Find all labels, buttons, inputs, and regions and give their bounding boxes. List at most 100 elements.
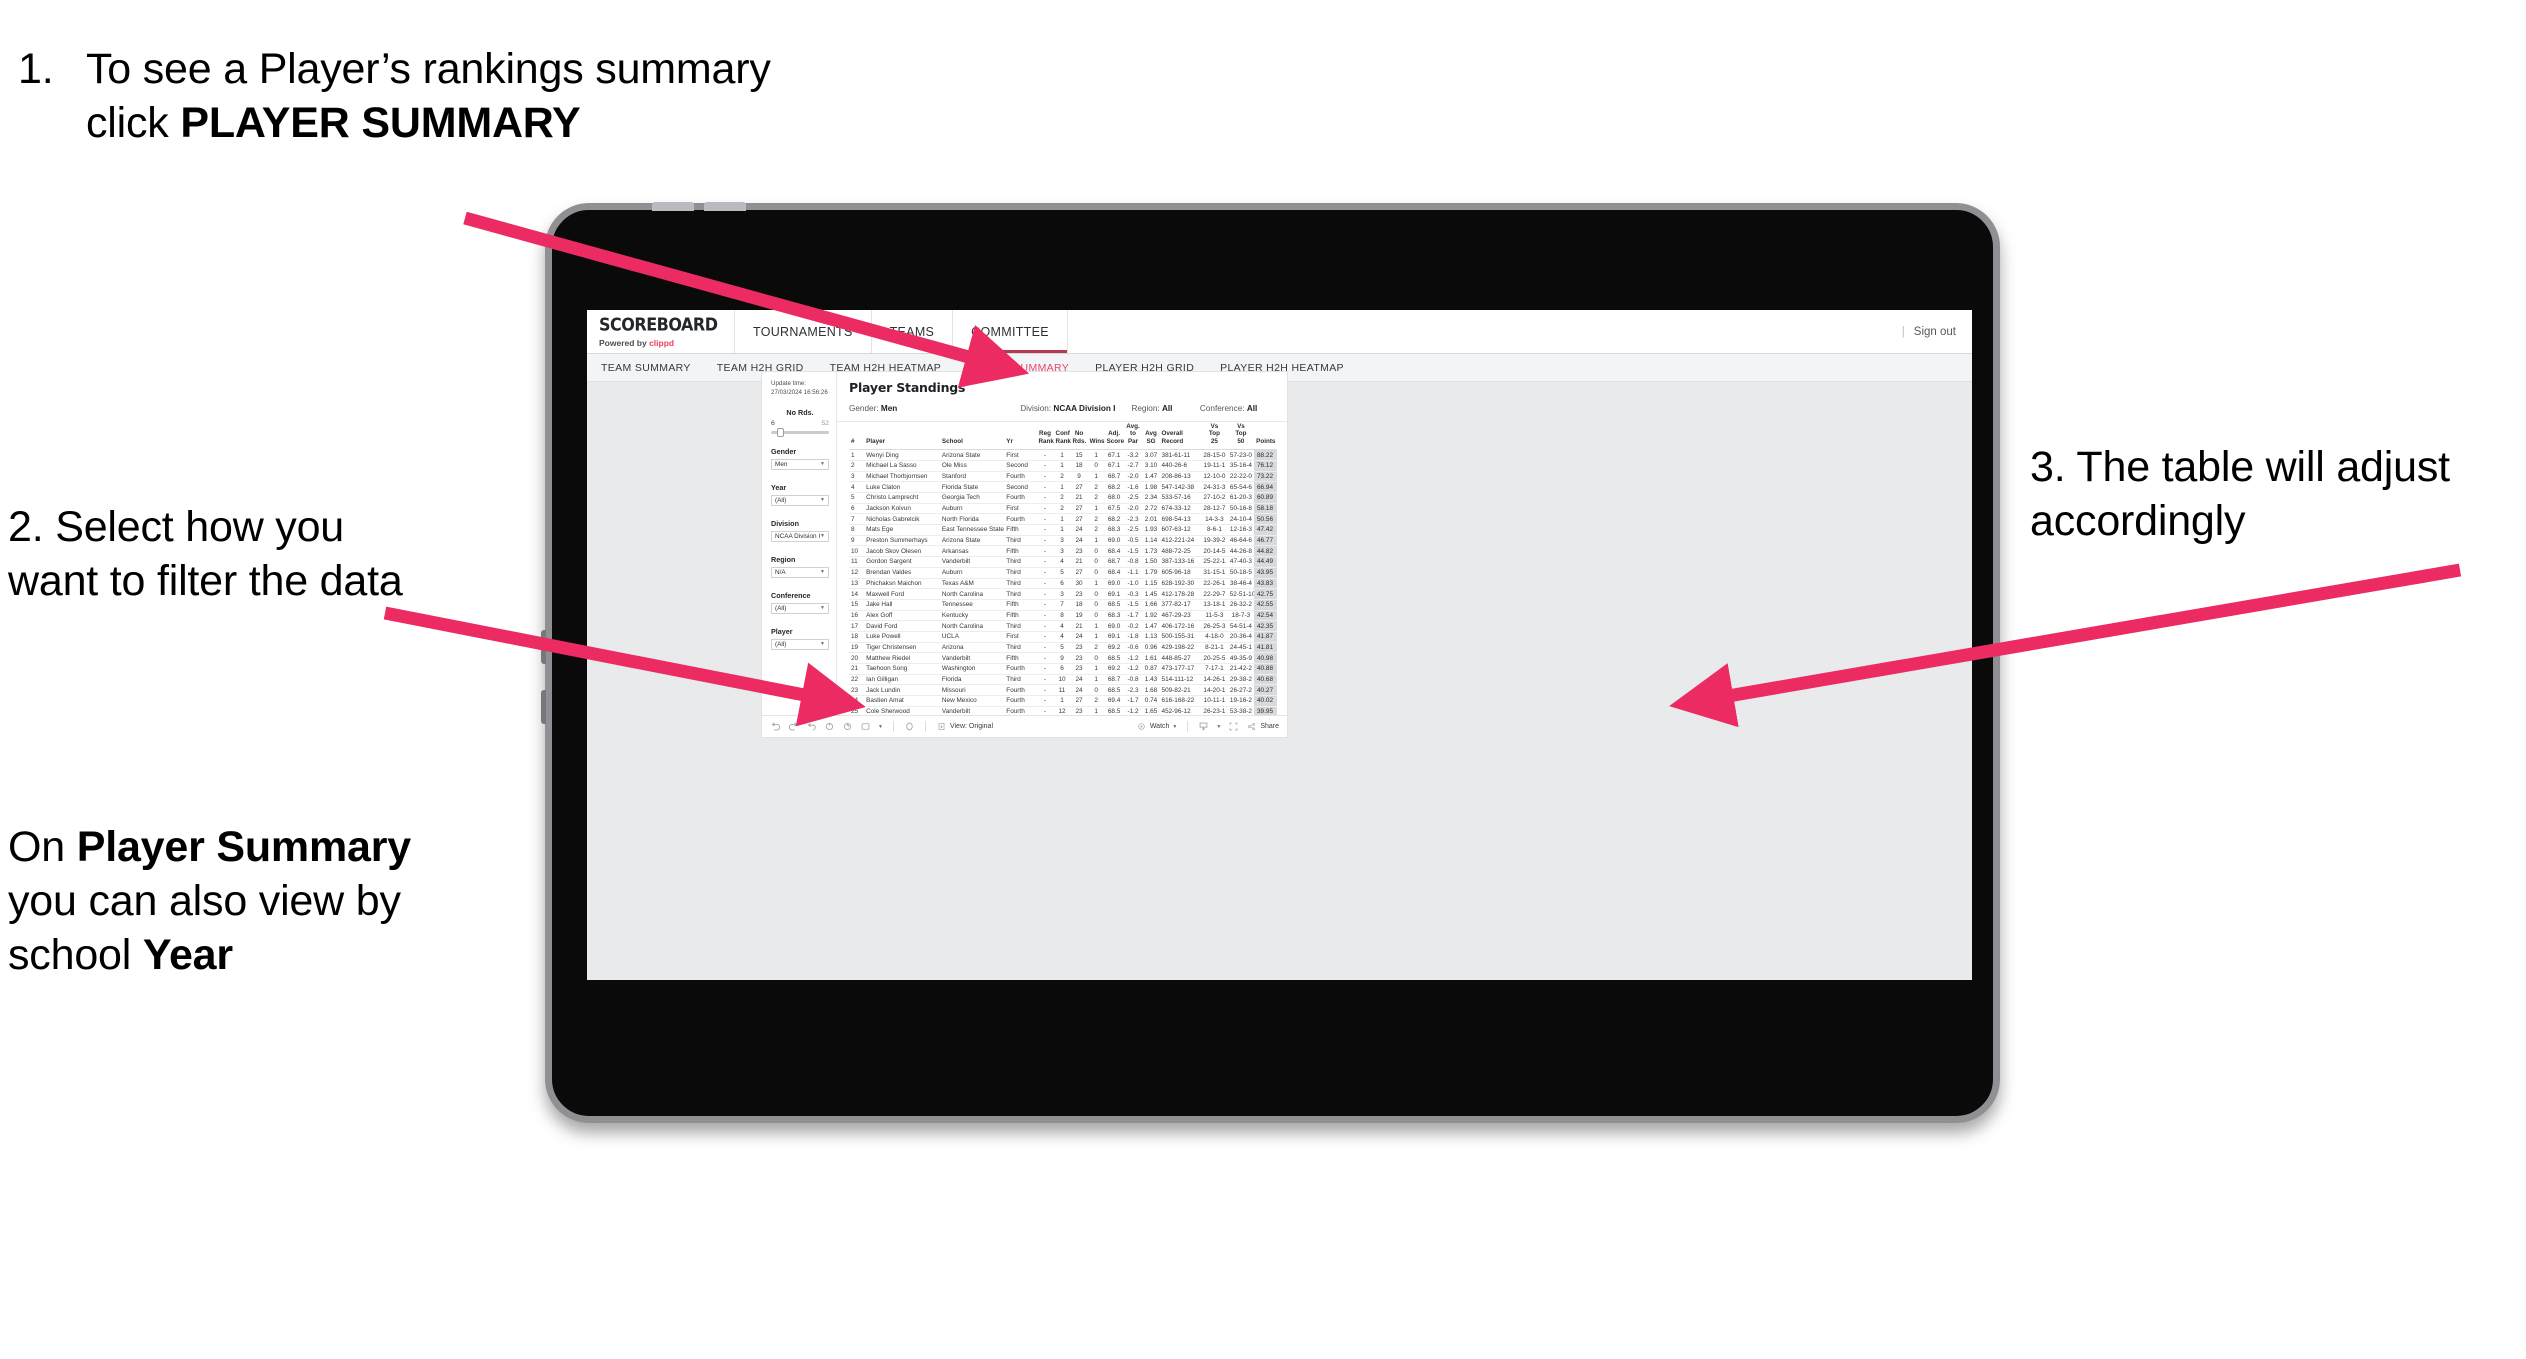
callout-step-2-note-bold2: Year bbox=[142, 931, 233, 980]
watch-button[interactable]: Watch ▼ bbox=[1136, 721, 1177, 732]
table-row[interactable]: 8 Mats Ege East Tennessee State Fifth -1 24 2 6… bbox=[849, 524, 1277, 536]
cell-yr: Third bbox=[1004, 620, 1037, 632]
cell-no-rds: 15 bbox=[1070, 450, 1088, 461]
col-reg-rank[interactable]: Reg Rank bbox=[1036, 422, 1053, 450]
cell-vs-top-25: 20-14-5 bbox=[1201, 545, 1228, 558]
clock-icon[interactable] bbox=[904, 721, 915, 732]
download-icon[interactable] bbox=[1198, 721, 1209, 732]
fullscreen-icon[interactable] bbox=[1228, 721, 1239, 732]
table-row[interactable]: 20 Matthew Riedel Vanderbilt Fifth -9 23 0 68.5… bbox=[849, 652, 1277, 665]
cell-player: Mats Ege bbox=[864, 524, 940, 536]
col-points[interactable]: Points bbox=[1254, 422, 1277, 450]
table-row[interactable]: 22 Ian Gilligan Florida Third -10 24 1 68.7 -0.8… bbox=[849, 674, 1277, 686]
slider-track[interactable] bbox=[771, 427, 829, 437]
cell-avg-to-par: -2.0 bbox=[1123, 503, 1143, 515]
cell-yr: Fifth bbox=[1004, 652, 1037, 665]
cell-no-rds: 23 bbox=[1070, 652, 1088, 665]
table-row[interactable]: 1 Wenyi Ding Arizona State First -1 15 1 67.1 -3… bbox=[849, 450, 1277, 461]
filter-year-select[interactable]: (All) ▼ bbox=[771, 494, 829, 506]
cell-avg-sg: 1.61 bbox=[1142, 652, 1160, 665]
filter-conference-select[interactable]: (All) ▼ bbox=[771, 602, 829, 614]
cell-overall-record: 509-82-21 bbox=[1159, 684, 1202, 697]
filter-gender-select[interactable]: Men ▼ bbox=[771, 458, 829, 470]
col-index[interactable]: # bbox=[849, 422, 864, 450]
nav-item-tournaments[interactable]: TOURNAMENTS bbox=[735, 310, 872, 353]
cell-avg-sg: 1.47 bbox=[1142, 620, 1160, 632]
slider-handle[interactable] bbox=[777, 427, 784, 437]
col-wins[interactable]: Wins bbox=[1088, 422, 1105, 450]
pause-icon[interactable] bbox=[842, 721, 853, 732]
filter-division-select[interactable]: NCAA Division I ▼ bbox=[771, 530, 829, 542]
cell-avg-to-par: -2.3 bbox=[1123, 684, 1143, 697]
table-row[interactable]: 4 Luke Claton Florida State Second -1 27 2 68.2… bbox=[849, 481, 1277, 494]
cell-school: Vanderbilt bbox=[939, 652, 1005, 665]
col-vs-top-25[interactable]: Vs Top 25 bbox=[1201, 422, 1228, 450]
table-row[interactable]: 5 Christo Lamprecht Georgia Tech Fourth -2 21… bbox=[849, 492, 1277, 504]
table-row[interactable]: 15 Jake Hall Tennessee Fifth -7 18 0 68.5 -1.5 1.… bbox=[849, 599, 1277, 611]
toolbar-divider bbox=[1187, 721, 1189, 732]
no-rounds-slider[interactable]: No Rds. 6 52 bbox=[771, 408, 829, 437]
cell-avg-to-par: -1.8 bbox=[1123, 631, 1143, 643]
col-no-rds[interactable]: No Rds. bbox=[1071, 422, 1088, 450]
filter-region-select[interactable]: N/A ▼ bbox=[771, 566, 829, 578]
undo-icon[interactable] bbox=[770, 721, 781, 732]
redo-icon[interactable] bbox=[788, 721, 799, 732]
col-adj-score[interactable]: Adj. Score bbox=[1105, 422, 1125, 450]
filter-player-select[interactable]: (All) ▼ bbox=[771, 638, 829, 650]
cell-wins: 0 bbox=[1087, 460, 1105, 472]
table-row[interactable]: 25 Cole Sherwood Vanderbilt Fourth -12 23 1 68.… bbox=[849, 706, 1277, 715]
cell-index: 8 bbox=[849, 524, 865, 536]
table-row[interactable]: 12 Brendan Valdes Auburn Third -5 27 0 68.4 -1.1… bbox=[849, 567, 1277, 579]
viz-toolbar: ▼ View: Original Watch ▼ ▼ Share bbox=[762, 715, 1287, 737]
col-conf-rank[interactable]: Conf Rank bbox=[1054, 422, 1071, 450]
col-vs-top-50[interactable]: Vs Top 50 bbox=[1228, 422, 1255, 450]
col-school[interactable]: School bbox=[940, 422, 1004, 450]
sign-out-link[interactable]: Sign out bbox=[1914, 326, 1956, 338]
chevron-down-icon: ▼ bbox=[820, 641, 825, 648]
table-row[interactable]: 24 Bastien Amat New Mexico Fourth -1 27 2 69.4-… bbox=[849, 695, 1277, 707]
refresh-icon[interactable] bbox=[824, 721, 835, 732]
table-row[interactable]: 11 Gordon Sargent Vanderbilt Third -4 21 0 68.7… bbox=[849, 556, 1277, 568]
brand-clippd: clippd bbox=[649, 338, 675, 348]
table-row[interactable]: 21 Taehoon Song Washington Fourth -6 23 1 69.2-… bbox=[849, 663, 1277, 675]
cell-reg-rank: - bbox=[1036, 620, 1054, 632]
col-overall-record[interactable]: Overall Record bbox=[1160, 422, 1202, 450]
table-row[interactable]: 18 Luke Powell UCLA First -4 24 1 69.1 -1.8 1.13 5… bbox=[849, 631, 1277, 643]
table-row[interactable]: 6 Jackson Koivun Auburn First -2 27 1 67.5 -2.0 2… bbox=[849, 503, 1277, 515]
cell-avg-sg: 1.98 bbox=[1142, 481, 1160, 494]
cell-conf-rank: 4 bbox=[1053, 620, 1071, 632]
table-row[interactable]: 16 Alex Goff Kentucky Fifth -8 19 0 68.3 -1.7 1.9… bbox=[849, 610, 1277, 622]
chevron-down-icon[interactable]: ▼ bbox=[1216, 724, 1221, 730]
col-avg-to-par[interactable]: Avg. to Par bbox=[1124, 422, 1143, 450]
table-row[interactable]: 9 Preston Summerhays Arizona State Third -3 2… bbox=[849, 535, 1277, 547]
brand-logo[interactable]: SCOREBOARD Powered by clippd bbox=[587, 310, 735, 353]
tablet-side-button-down bbox=[541, 690, 546, 724]
standings-sheet: Player Standings Gender: Men Division: N… bbox=[837, 372, 1287, 715]
nav-item-teams[interactable]: TEAMS bbox=[872, 310, 954, 353]
table-row[interactable]: 10 Jacob Skov Olesen Arkansas Fifth -3 23 0 68.… bbox=[849, 545, 1277, 558]
revert-icon[interactable] bbox=[806, 721, 817, 732]
table-row[interactable]: 17 David Ford North Carolina Third -4 21 1 69.0… bbox=[849, 620, 1277, 632]
col-avg-sg[interactable]: Avg SG bbox=[1142, 422, 1159, 450]
chevron-down-icon[interactable]: ▼ bbox=[878, 724, 883, 730]
view-original-button[interactable]: View: Original bbox=[936, 721, 993, 732]
cell-vs-top-25: 19-39-2 bbox=[1201, 535, 1228, 547]
table-row[interactable]: 13 Phichaksn Maichon Texas A&M Third -6 30 1 69… bbox=[849, 578, 1277, 590]
table-row[interactable]: 3 Michael Thorbjornsen Stanford Fourth -2 9 1 6… bbox=[849, 471, 1277, 483]
table-row[interactable]: 14 Maxwell Ford North Carolina Third -3 23 0 69… bbox=[849, 588, 1277, 600]
cell-yr: Third bbox=[1004, 535, 1037, 547]
table-row[interactable]: 2 Michael La Sasso Ole Miss Second -1 18 0 67.1… bbox=[849, 460, 1277, 472]
tab-team-summary[interactable]: TEAM SUMMARY bbox=[601, 362, 691, 374]
share-button[interactable]: Share bbox=[1246, 721, 1279, 732]
col-player[interactable]: Player bbox=[864, 422, 940, 450]
table-row[interactable]: 7 Nicholas Gabrelcik North Florida Fourth -1… bbox=[849, 513, 1277, 526]
table-row[interactable]: 23 Jack Lundin Missouri Fourth -11 24 0 68.5 -2.… bbox=[849, 684, 1277, 697]
cell-conf-rank: 3 bbox=[1053, 545, 1071, 558]
table-row[interactable]: 19 Tiger Christensen Arizona Third -5 23 2 69.2… bbox=[849, 642, 1277, 654]
filter-year-value: (All) bbox=[775, 496, 787, 504]
device-preview-icon[interactable] bbox=[860, 721, 871, 732]
cell-overall-record: 412-178-28 bbox=[1159, 588, 1202, 600]
col-yr[interactable]: Yr bbox=[1004, 422, 1036, 450]
nav-item-committee[interactable]: COMMITTEE bbox=[953, 310, 1068, 353]
cell-no-rds: 27 bbox=[1070, 513, 1088, 526]
